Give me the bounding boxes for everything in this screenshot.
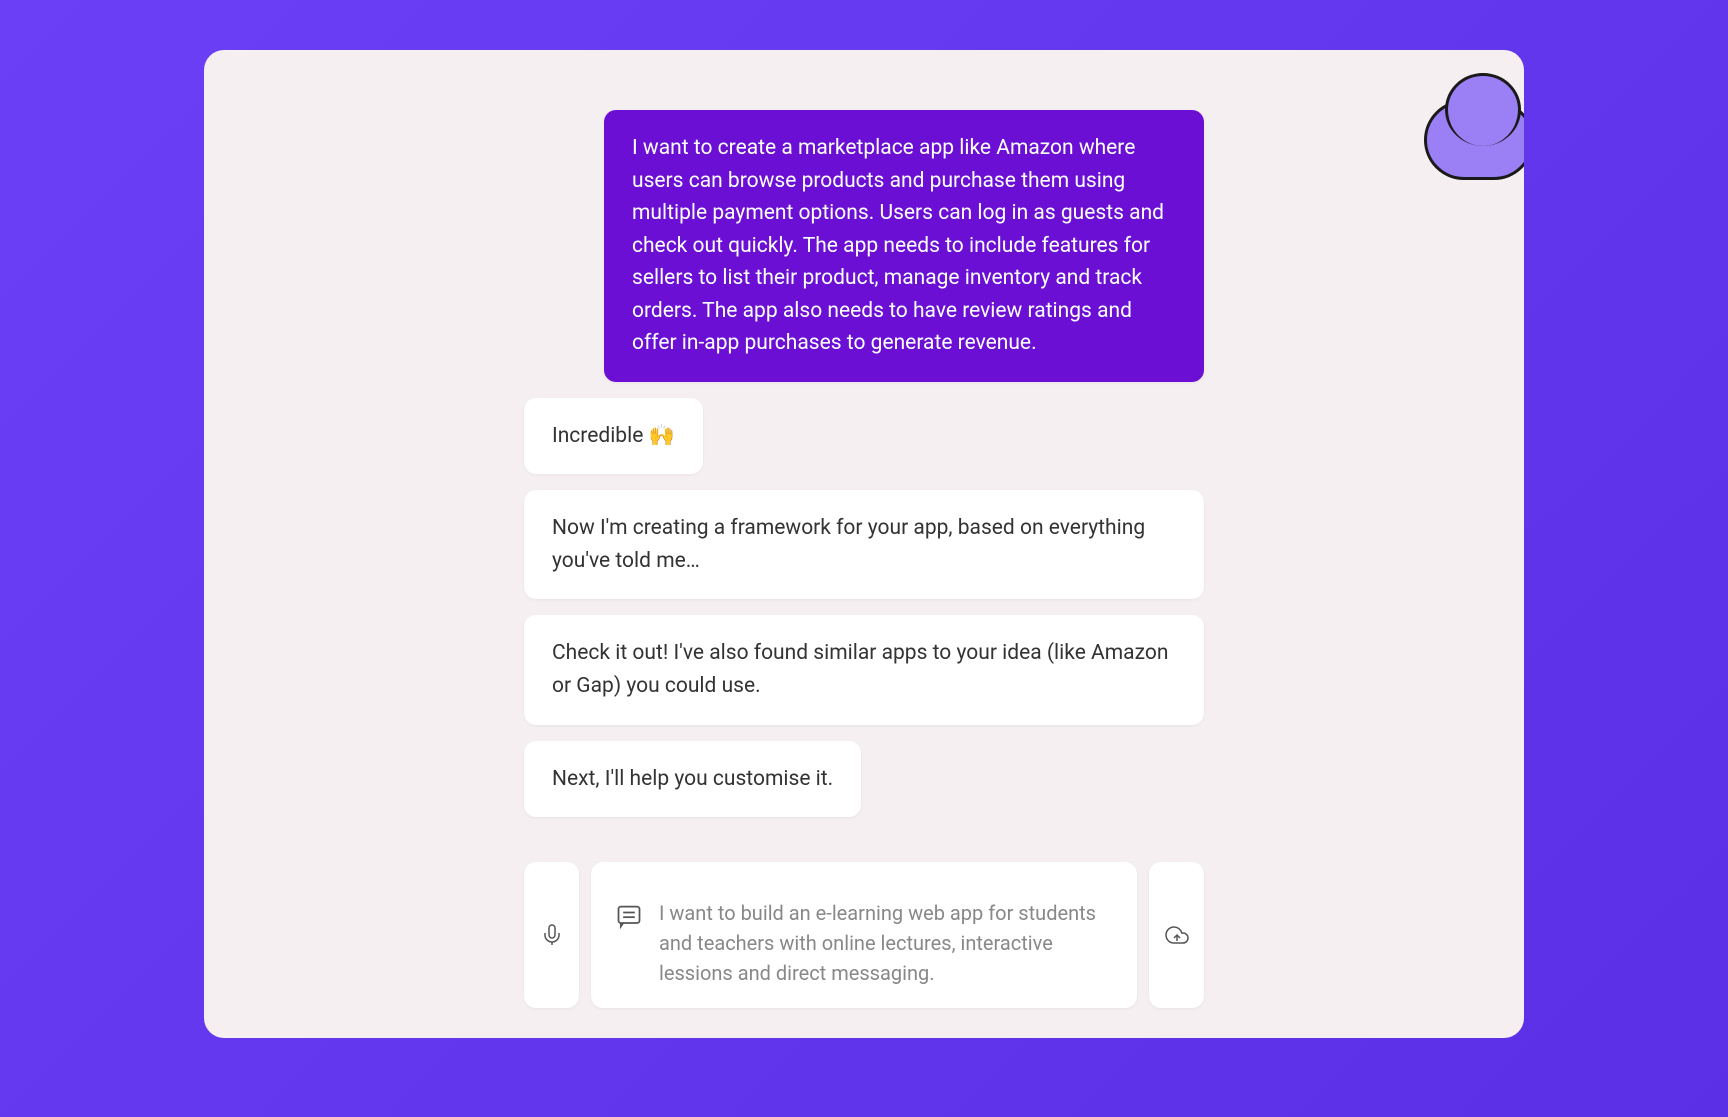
microphone-icon (540, 923, 564, 947)
cloud-upload-icon (1165, 923, 1189, 947)
input-area: I want to build an e-learning web app fo… (204, 862, 1524, 1038)
user-message-text: I want to create a marketplace app like … (632, 136, 1164, 355)
upload-button[interactable] (1149, 862, 1204, 1008)
bot-message: Incredible 🙌 (524, 398, 703, 475)
bot-message: Now I'm creating a framework for your ap… (524, 490, 1204, 599)
bot-message-text: Next, I'll help you customise it. (552, 767, 833, 791)
microphone-button[interactable] (524, 862, 579, 1008)
user-message: I want to create a marketplace app like … (604, 110, 1204, 382)
chat-icon (615, 902, 643, 934)
chat-messages: I want to create a marketplace app like … (204, 50, 1524, 837)
bot-message-text: Incredible 🙌 (552, 424, 675, 448)
chat-input[interactable]: I want to build an e-learning web app fo… (591, 862, 1137, 1008)
bot-message: Next, I'll help you customise it. (524, 741, 861, 818)
chat-container: I want to create a marketplace app like … (204, 50, 1524, 1038)
input-placeholder: I want to build an e-learning web app fo… (659, 882, 1113, 988)
bot-message-text: Now I'm creating a framework for your ap… (552, 516, 1145, 573)
bot-message-text: Check it out! I've also found similar ap… (552, 641, 1168, 698)
bot-message: Check it out! I've also found similar ap… (524, 615, 1204, 724)
